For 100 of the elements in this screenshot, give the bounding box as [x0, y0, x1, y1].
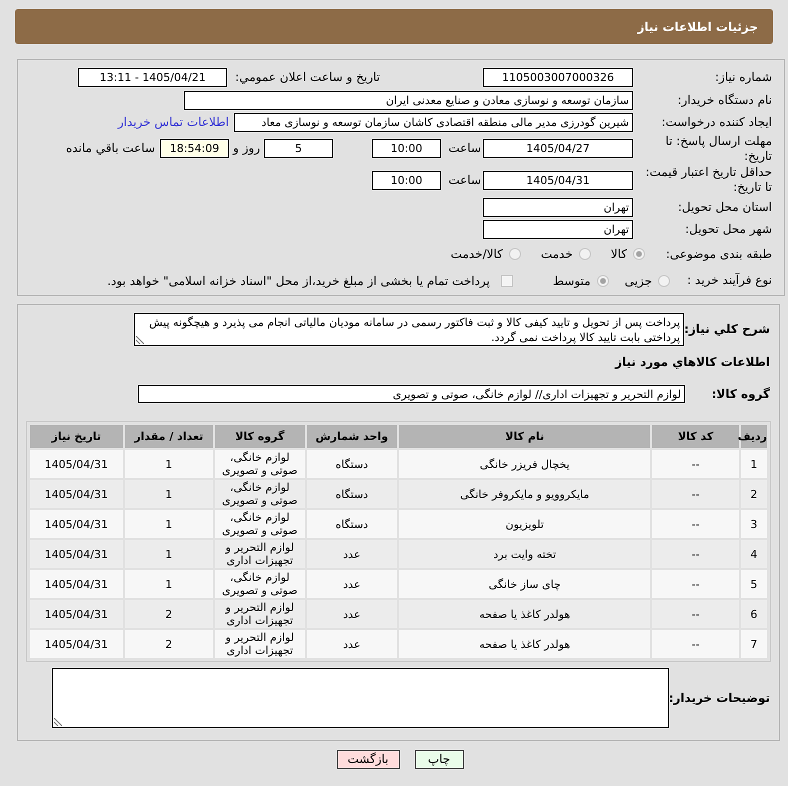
table-cell: تخته وایت برد: [399, 540, 650, 568]
column-header[interactable]: گروه کالا: [215, 425, 305, 448]
table-cell: عدد: [306, 570, 398, 598]
field-label: ساعت: [447, 141, 481, 156]
need-number-field[interactable]: 1105003007000326: [483, 68, 633, 87]
validity-time-field[interactable]: 10:00: [372, 170, 441, 190]
back-button[interactable]: بازگشت: [336, 750, 400, 770]
table-cell: 1: [124, 570, 214, 598]
table-cell: --: [652, 600, 739, 628]
section-heading: اطلاعات کالاهاي مورد نیاز: [615, 355, 770, 370]
city-field[interactable]: تهران: [483, 220, 633, 240]
field-label: مهلت ارسال پاسخ: تا تاریخ:: [664, 134, 772, 164]
province-field[interactable]: تهران: [483, 198, 633, 218]
field-label: شرح کلي نیاز:: [684, 322, 770, 338]
field-label: شماره نیاز:: [714, 70, 772, 85]
table-cell: 4: [740, 540, 767, 568]
field-label: نام دستگاه خریدار:: [676, 92, 772, 108]
table-cell: عدد: [306, 540, 398, 568]
table-cell: --: [652, 480, 739, 508]
table-cell: چای ساز خانگی: [399, 570, 650, 598]
resize-grip-icon[interactable]: [54, 718, 62, 726]
table-cell: هولدر کاغذ یا صفحه: [399, 630, 650, 658]
table-cell: لوازم خانگی، صوتی و تصویری: [215, 450, 305, 478]
table-cell: 1: [124, 540, 214, 568]
table-cell: لوازم خانگی، صوتی و تصویری: [215, 510, 305, 538]
field-label: تاریخ و ساعت اعلان عمومي:: [235, 70, 380, 85]
table-cell: 1405/04/31: [30, 630, 123, 658]
option-label: کالا: [610, 247, 627, 262]
table-cell: 1: [124, 450, 214, 478]
resize-grip-icon[interactable]: [136, 336, 144, 344]
field-label: شهر محل تحویل:: [684, 222, 772, 238]
column-header[interactable]: تعداد / مقدار: [124, 425, 214, 448]
table-cell: لوازم خانگی، صوتی و تصویری: [215, 570, 305, 598]
table-cell: --: [652, 510, 739, 538]
buyer-notes-field[interactable]: [52, 668, 669, 728]
table-cell: 1: [740, 450, 767, 478]
table-cell: 7: [740, 630, 767, 658]
option-label: جزیی: [624, 274, 652, 288]
table-cell: 1405/04/31: [30, 450, 123, 478]
field-label: نوع فرآیند خرید :: [686, 273, 772, 288]
table-cell: 1405/04/31: [30, 600, 123, 628]
table-cell: --: [652, 540, 739, 568]
table-cell: یخچال فریزر خانگی: [399, 450, 650, 478]
table-cell: تلویزیون: [399, 510, 650, 538]
table-cell: دستگاه: [306, 510, 398, 538]
table-cell: --: [652, 570, 739, 598]
table-cell: لوازم خانگی، صوتی و تصویری: [215, 480, 305, 508]
announce-date-field[interactable]: 1405/04/21 - 13:11: [78, 68, 228, 87]
table-cell: دستگاه: [306, 450, 398, 478]
time-left-field[interactable]: 18:54:09: [160, 139, 229, 158]
table-cell: 6: [740, 600, 767, 628]
option-label: متوسط: [552, 274, 591, 288]
table-cell: 1405/04/31: [30, 540, 123, 568]
column-header[interactable]: واحد شمارش: [306, 425, 398, 448]
table-cell: عدد: [306, 630, 398, 658]
table-cell: 2: [740, 480, 767, 508]
field-label: طبقه بندی موضوعی:: [664, 246, 772, 262]
column-header[interactable]: ردیف: [740, 425, 767, 448]
description-field[interactable]: پرداخت پس از تحویل و تایید کیفی کالا و ثبت فاکتور رسمی در سامانه مودیان مالیاتی انجام می پذیرد و هیچگونه پیش پرداختی بابت تایید کالا پرداخت نمی گردد.: [134, 313, 684, 346]
table-cell: مایکروویو و مایکروفر خانگی: [399, 480, 650, 508]
table-cell: دستگاه: [306, 480, 398, 508]
page-title: جزئیات اطلاعات نیاز: [637, 20, 758, 34]
field-label: حداقل تاریخ اعتبار قیمت: تا تاریخ:: [644, 165, 772, 196]
table-cell: --: [652, 450, 739, 478]
checkbox-label: پرداخت تمام یا بخشی از مبلغ خرید،از محل "اسناد خزانه اسلامی" خواهد بود.: [107, 274, 490, 288]
print-button[interactable]: چاپ: [414, 750, 464, 770]
field-label: توضیحات خریدار:: [668, 690, 770, 706]
table-cell: لوازم التحریر و تجهیزات اداری: [215, 630, 305, 658]
option-label: خدمت: [540, 247, 573, 262]
table-cell: 1: [124, 480, 214, 508]
buyer-contact-link[interactable]: اطلاعات تماس خریدار: [118, 115, 229, 130]
table-cell: عدد: [306, 600, 398, 628]
column-header[interactable]: کد کالا: [652, 425, 739, 448]
table-cell: 5: [740, 570, 767, 598]
buyer-org-field[interactable]: سازمان توسعه و نوسازی معادن و صنایع معدنی ایران: [184, 90, 633, 110]
table-cell: لوازم التحریر و تجهیزات اداری: [215, 600, 305, 628]
deadline-time-field[interactable]: 10:00: [372, 139, 441, 158]
option-label: کالا/خدمت: [450, 247, 503, 262]
table-cell: 2: [124, 600, 214, 628]
table-cell: 1: [124, 510, 214, 538]
table-cell: 1405/04/31: [30, 480, 123, 508]
field-label: استان محل تحویل:: [676, 200, 772, 216]
goods-group-field[interactable]: لوازم التحریر و تجهیزات اداری// لوازم خانگی، صوتی و تصویری: [138, 385, 685, 404]
days-left-field[interactable]: 5: [264, 139, 333, 158]
field-label: ساعت باقي مانده: [66, 141, 155, 156]
table-cell: --: [652, 630, 739, 658]
table-cell: لوازم التحریر و تجهیزات اداری: [215, 540, 305, 568]
column-header[interactable]: نام کالا: [399, 425, 650, 448]
field-label: گروه کالا:: [710, 386, 770, 402]
table-cell: 2: [124, 630, 214, 658]
requester-field[interactable]: شیرین گودرزی مدیر مالی منطقه اقتصادی کاشان سازمان توسعه و نوسازی معاد: [234, 112, 633, 132]
table-cell: 1405/04/31: [30, 570, 123, 598]
table-cell: 1405/04/31: [30, 510, 123, 538]
table-cell: 3: [740, 510, 767, 538]
field-label: ساعت: [447, 172, 481, 188]
column-header[interactable]: تاریخ نیاز: [30, 425, 123, 448]
validity-date-field[interactable]: 1405/04/31: [483, 170, 633, 190]
deadline-date-field[interactable]: 1405/04/27: [483, 139, 633, 158]
table-cell: هولدر کاغذ یا صفحه: [399, 600, 650, 628]
field-label: ایجاد کننده درخواست:: [660, 114, 772, 130]
